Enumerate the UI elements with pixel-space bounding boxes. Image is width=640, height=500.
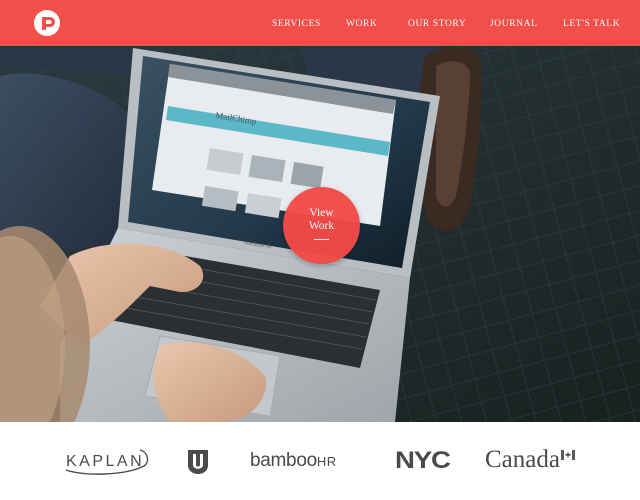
client-logo-bamboohr: bambooHR xyxy=(250,450,337,472)
bamboo-hr-suffix: HR xyxy=(316,454,337,469)
view-work-line1: View xyxy=(309,207,334,219)
view-work-underline xyxy=(314,239,329,240)
view-work-line2: Work xyxy=(308,220,335,232)
client-logo-strip: KAPLAN bambooHR NYC Canada xyxy=(0,422,640,500)
nav-our-story[interactable]: OUR STORY xyxy=(408,19,466,29)
main-menu: SERVICES WORK OUR STORY JOURNAL LET'S TA… xyxy=(0,0,640,46)
nav-work[interactable]: WORK xyxy=(346,19,377,29)
hero-section: MailChimp MacBook Air View Work xyxy=(0,46,640,422)
top-nav-bar: SERVICES WORK OUR STORY JOURNAL LET'S TA… xyxy=(0,0,640,46)
client-logo-kaplan: KAPLAN xyxy=(66,453,145,470)
nav-journal[interactable]: JOURNAL xyxy=(490,19,537,29)
bamboo-wordmark: bamboo xyxy=(250,450,317,471)
client-logo-nyc: NYC xyxy=(395,447,451,474)
canada-flag-icon xyxy=(561,450,575,460)
nav-lets-talk[interactable]: LET'S TALK xyxy=(563,19,620,29)
nav-services[interactable]: SERVICES xyxy=(272,19,321,29)
client-logo-canada: Canada xyxy=(485,446,560,473)
utah-u-logo-icon xyxy=(188,450,208,474)
view-work-button[interactable]: View Work xyxy=(283,187,360,264)
